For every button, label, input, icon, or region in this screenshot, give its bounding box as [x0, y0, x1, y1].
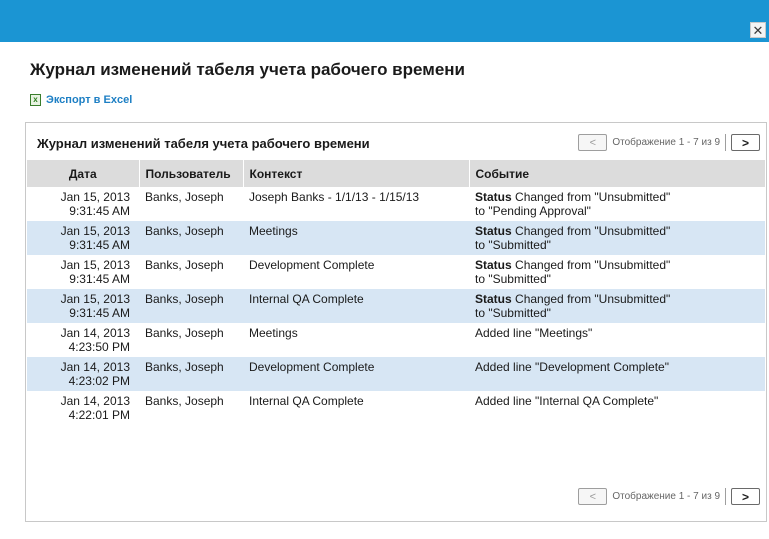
date-cell: Jan 15, 2013 9:31:45 AM — [60, 190, 130, 218]
date-cell: Jan 15, 2013 9:31:45 AM — [27, 221, 139, 255]
change-log-table: Дата Пользователь Контекст Событие Jan 1… — [27, 160, 766, 425]
event-cell: Status Changed from "Unsubmitted" to "Sub… — [469, 221, 765, 255]
table-row: Jan 15, 2013 9:31:45 AM Banks, Joseph Dev… — [27, 255, 765, 289]
user-cell: Banks, Joseph — [145, 190, 224, 204]
prev-page-button[interactable]: < — [578, 134, 608, 151]
panel-title: Журнал изменений табеля учета рабочего в… — [37, 136, 370, 151]
pager-top: < Отображение 1 - 7 из 9 > — [578, 134, 760, 151]
date-cell: Jan 14, 2013 4:23:02 PM — [27, 357, 139, 391]
table-row: Jan 15, 2013 9:31:45 AM Banks, Joseph Mee… — [27, 221, 765, 255]
user-cell: Banks, Joseph — [145, 394, 224, 408]
event-cell: Added line "Internal QA Complete" — [475, 394, 659, 408]
next-page-button[interactable]: > — [731, 488, 760, 505]
user-cell: Banks, Joseph — [139, 289, 243, 323]
dialog-title-bar: ✕ — [0, 0, 769, 42]
context-cell: Meetings — [243, 221, 469, 255]
change-log-panel: Журнал изменений табеля учета рабочего в… — [25, 122, 767, 522]
table-header-row: Дата Пользователь Контекст Событие — [27, 160, 766, 187]
event-cell: Added line "Development Complete" — [469, 357, 765, 391]
context-cell: Development Complete — [249, 258, 375, 272]
column-header-event[interactable]: Событие — [469, 160, 766, 187]
event-cell: Status Changed from "Unsubmitted" to "Sub… — [475, 258, 671, 286]
event-cell: Status Changed from "Unsubmitted" to "Pen… — [475, 190, 671, 218]
pager-bottom: < Отображение 1 - 7 из 9 > — [578, 488, 760, 505]
excel-icon: x — [30, 94, 41, 106]
column-header-context[interactable]: Контекст — [243, 160, 470, 187]
event-cell: Added line "Meetings" — [475, 326, 593, 340]
close-icon[interactable]: ✕ — [750, 22, 766, 38]
user-cell: Banks, Joseph — [139, 221, 243, 255]
export-excel-link[interactable]: x Экспорт в Excel — [30, 94, 132, 106]
event-cell: Status Changed from "Unsubmitted" to "Sub… — [469, 289, 765, 323]
table-row: Jan 15, 2013 9:31:45 AM Banks, Joseph Jos… — [27, 187, 765, 221]
date-cell: Jan 15, 2013 9:31:45 AM — [60, 258, 130, 286]
column-header-date[interactable]: Дата — [27, 160, 140, 187]
date-cell: Jan 15, 2013 9:31:45 AM — [27, 289, 139, 323]
dialog-title: Журнал изменений табеля учета рабочего в… — [30, 60, 465, 79]
table-row: Jan 14, 2013 4:22:01 PM Banks, Joseph Int… — [27, 391, 765, 425]
table-row: Jan 14, 2013 4:23:50 PM Banks, Joseph Mee… — [27, 323, 765, 357]
pager-info: Отображение 1 - 7 из 9 — [607, 488, 726, 505]
prev-page-button[interactable]: < — [578, 488, 608, 505]
column-header-user[interactable]: Пользователь — [139, 160, 244, 187]
date-cell: Jan 14, 2013 4:23:50 PM — [60, 326, 130, 354]
context-cell: Internal QA Complete — [243, 289, 469, 323]
context-cell: Joseph Banks - 1/1/13 - 1/15/13 — [249, 190, 420, 204]
export-excel-label[interactable]: Экспорт в Excel — [46, 94, 132, 106]
user-cell: Banks, Joseph — [145, 258, 224, 272]
context-cell: Internal QA Complete — [249, 394, 364, 408]
next-page-button[interactable]: > — [731, 134, 760, 151]
table-row: Jan 14, 2013 4:23:02 PM Banks, Joseph Dev… — [27, 357, 765, 391]
table-row: Jan 15, 2013 9:31:45 AM Banks, Joseph Int… — [27, 289, 765, 323]
user-cell: Banks, Joseph — [145, 326, 224, 340]
user-cell: Banks, Joseph — [139, 357, 243, 391]
date-cell: Jan 14, 2013 4:22:01 PM — [60, 394, 130, 422]
context-cell: Meetings — [249, 326, 298, 340]
context-cell: Development Complete — [243, 357, 469, 391]
pager-info: Отображение 1 - 7 из 9 — [607, 134, 726, 151]
